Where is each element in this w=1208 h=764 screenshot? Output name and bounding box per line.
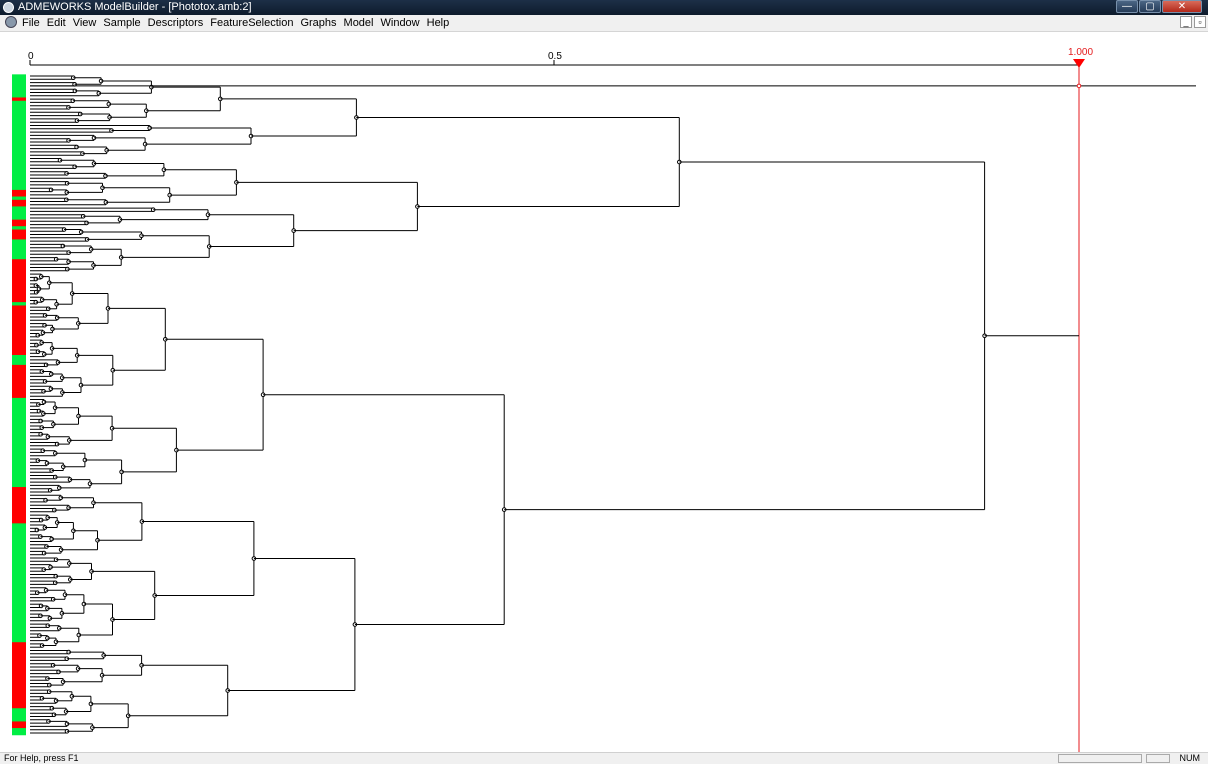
menu-help[interactable]: Help — [427, 15, 450, 31]
scale-label-half: 0.5 — [548, 51, 562, 62]
window-controls: — ▢ ✕ — [1115, 0, 1202, 13]
menu-file[interactable]: File — [22, 15, 40, 31]
class-cell — [12, 731, 26, 736]
app-icon — [3, 2, 14, 13]
close-button[interactable]: ✕ — [1162, 0, 1202, 13]
maximize-button[interactable]: ▢ — [1139, 0, 1161, 13]
menu-descriptors[interactable]: Descriptors — [148, 15, 204, 31]
menu-window[interactable]: Window — [381, 15, 420, 31]
threshold-label: 1.000 — [1068, 47, 1093, 58]
num-lock-indicator: NUM — [1179, 753, 1201, 763]
menu-featureselection[interactable]: FeatureSelection — [210, 15, 293, 31]
menu-graphs[interactable]: Graphs — [300, 15, 336, 31]
title-bar: ADMEWORKS ModelBuilder - [Phototox.amb:2… — [0, 0, 1208, 15]
mdi-minimize-button[interactable]: _ — [1180, 16, 1192, 28]
document-icon[interactable] — [5, 16, 17, 28]
status-pane-blank — [1146, 754, 1170, 763]
status-help-text: For Help, press F1 — [4, 753, 79, 763]
menu-sample[interactable]: Sample — [103, 15, 140, 31]
threshold-node[interactable] — [1076, 83, 1082, 89]
mdi-controls: _ ▫ — [1178, 16, 1206, 28]
menu-view[interactable]: View — [73, 15, 97, 31]
menu-edit[interactable]: Edit — [47, 15, 66, 31]
status-pane — [1058, 754, 1142, 763]
class-strip — [12, 74, 26, 736]
status-bar: For Help, press F1 NUM — [0, 752, 1208, 764]
scale-label-zero: 0 — [28, 51, 34, 62]
menu-bar: File Edit View Sample Descriptors Featur… — [0, 15, 1208, 32]
menu-model[interactable]: Model — [344, 15, 374, 31]
minimize-button[interactable]: — — [1116, 0, 1138, 13]
mdi-restore-button[interactable]: ▫ — [1194, 16, 1206, 28]
dendrogram-tree — [30, 75, 1196, 734]
dendrogram-canvas[interactable]: 0 0.5 1.000 — [0, 32, 1208, 752]
window-title: ADMEWORKS ModelBuilder - [Phototox.amb:2… — [18, 1, 252, 13]
